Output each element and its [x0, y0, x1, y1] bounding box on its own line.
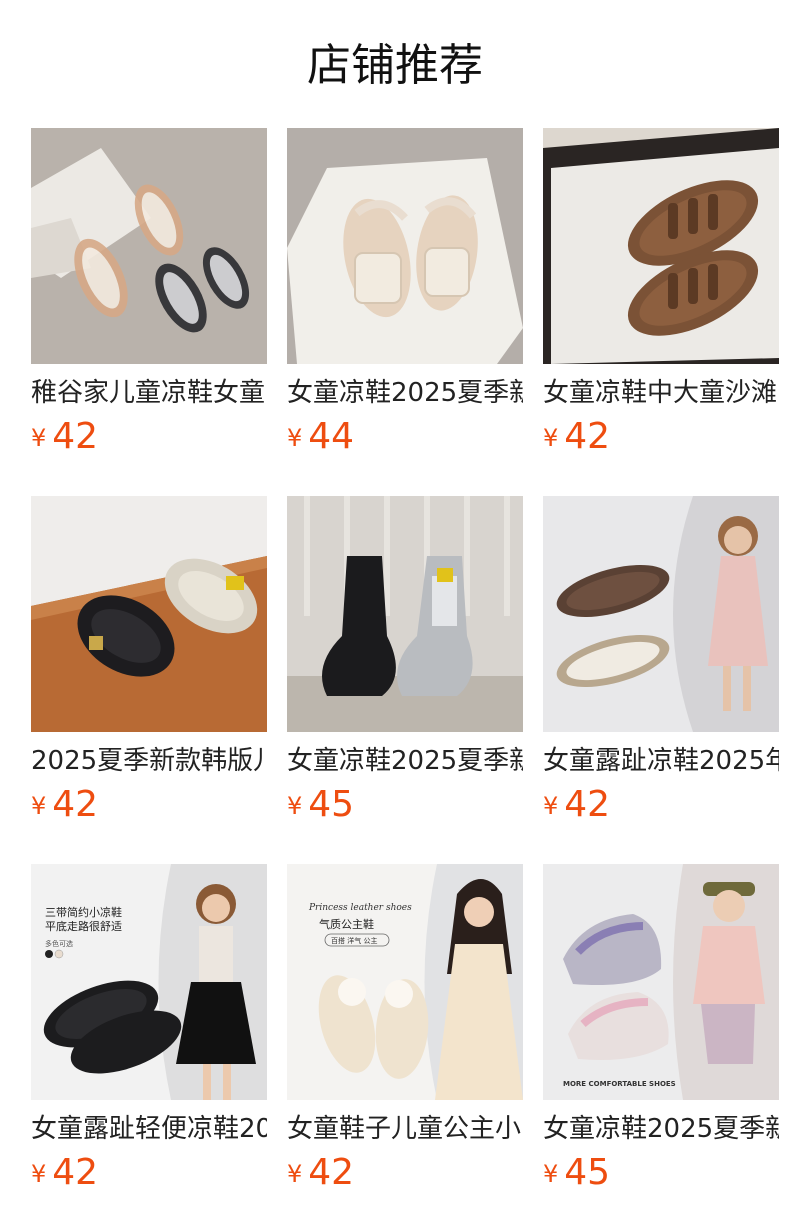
- product-price: ¥42: [31, 1150, 98, 1196]
- currency-symbol: ¥: [543, 424, 559, 452]
- price-amount: 42: [564, 416, 611, 457]
- image-caption-line2: 气质公主鞋: [319, 917, 374, 931]
- product-image[interactable]: 三带简约小凉鞋 平底走路很舒适 多色可选: [31, 864, 267, 1100]
- currency-symbol: ¥: [543, 1160, 559, 1188]
- product-name[interactable]: 稚谷家儿童凉鞋女童: [31, 376, 267, 410]
- price-amount: 42: [308, 1152, 355, 1193]
- price-amount: 44: [308, 416, 355, 457]
- product-grid: 稚谷家儿童凉鞋女童 ¥42 女童凉鞋2025夏季新 ¥44 女童凉鞋中大童沙滩 …: [31, 128, 790, 1200]
- product-name[interactable]: 女童凉鞋2025夏季新: [543, 1112, 779, 1146]
- product-price: ¥42: [543, 414, 610, 460]
- product-name[interactable]: 2025夏季新款韩版儿: [31, 744, 267, 778]
- currency-symbol: ¥: [287, 424, 303, 452]
- product-image[interactable]: [543, 496, 779, 732]
- product-price: ¥42: [31, 782, 98, 828]
- product-image[interactable]: Princess leather shoes 气质公主鞋 百搭 洋气 公主: [287, 864, 523, 1100]
- product-card[interactable]: 三带简约小凉鞋 平底走路很舒适 多色可选 女童露趾轻便凉鞋20 ¥42: [31, 864, 267, 1200]
- product-image[interactable]: MORE COMFORTABLE SHOES: [543, 864, 779, 1100]
- product-card[interactable]: 女童凉鞋2025夏季新 ¥45: [287, 496, 523, 832]
- product-price: ¥44: [287, 414, 354, 460]
- currency-symbol: ¥: [287, 1160, 303, 1188]
- product-card[interactable]: 女童露趾凉鞋2025年 ¥42: [543, 496, 779, 832]
- currency-symbol: ¥: [31, 424, 47, 452]
- image-caption-line1: 三带简约小凉鞋: [45, 905, 122, 919]
- currency-symbol: ¥: [31, 792, 47, 820]
- page-title: 店铺推荐: [307, 40, 483, 91]
- price-amount: 42: [52, 416, 99, 457]
- currency-symbol: ¥: [543, 792, 559, 820]
- image-caption-line2: 平底走路很舒适: [45, 919, 122, 933]
- product-name[interactable]: 女童凉鞋中大童沙滩: [543, 376, 779, 410]
- product-price: ¥45: [287, 782, 354, 828]
- price-amount: 42: [564, 784, 611, 825]
- product-card[interactable]: 稚谷家儿童凉鞋女童 ¥42: [31, 128, 267, 464]
- price-amount: 42: [52, 784, 99, 825]
- image-caption-line1: MORE COMFORTABLE SHOES: [563, 1080, 676, 1088]
- product-image[interactable]: [543, 128, 779, 364]
- product-image[interactable]: [31, 496, 267, 732]
- product-image[interactable]: [287, 496, 523, 732]
- price-amount: 42: [52, 1152, 99, 1193]
- product-card[interactable]: Princess leather shoes 气质公主鞋 百搭 洋气 公主 女童…: [287, 864, 523, 1200]
- product-price: ¥42: [287, 1150, 354, 1196]
- product-card[interactable]: 女童凉鞋中大童沙滩 ¥42: [543, 128, 779, 464]
- product-card[interactable]: 女童凉鞋2025夏季新 ¥44: [287, 128, 523, 464]
- product-name[interactable]: 女童凉鞋2025夏季新: [287, 376, 523, 410]
- product-card[interactable]: 2025夏季新款韩版儿 ¥42: [31, 496, 267, 832]
- product-name[interactable]: 女童鞋子儿童公主小: [287, 1112, 523, 1146]
- product-card[interactable]: MORE COMFORTABLE SHOES 女童凉鞋2025夏季新 ¥45: [543, 864, 779, 1200]
- image-caption-line3: 百搭 洋气 公主: [331, 936, 377, 945]
- product-price: ¥42: [31, 414, 98, 460]
- product-name[interactable]: 女童露趾轻便凉鞋20: [31, 1112, 267, 1146]
- currency-symbol: ¥: [31, 1160, 47, 1188]
- product-image[interactable]: [31, 128, 267, 364]
- product-name[interactable]: 女童露趾凉鞋2025年: [543, 744, 779, 778]
- image-caption-line3: 多色可选: [45, 939, 73, 948]
- product-price: ¥45: [543, 1150, 610, 1196]
- product-price: ¥42: [543, 782, 610, 828]
- image-caption-line1: Princess leather shoes: [308, 903, 412, 913]
- price-amount: 45: [308, 784, 355, 825]
- price-amount: 45: [564, 1152, 611, 1193]
- currency-symbol: ¥: [287, 792, 303, 820]
- product-name[interactable]: 女童凉鞋2025夏季新: [287, 744, 523, 778]
- product-image[interactable]: [287, 128, 523, 364]
